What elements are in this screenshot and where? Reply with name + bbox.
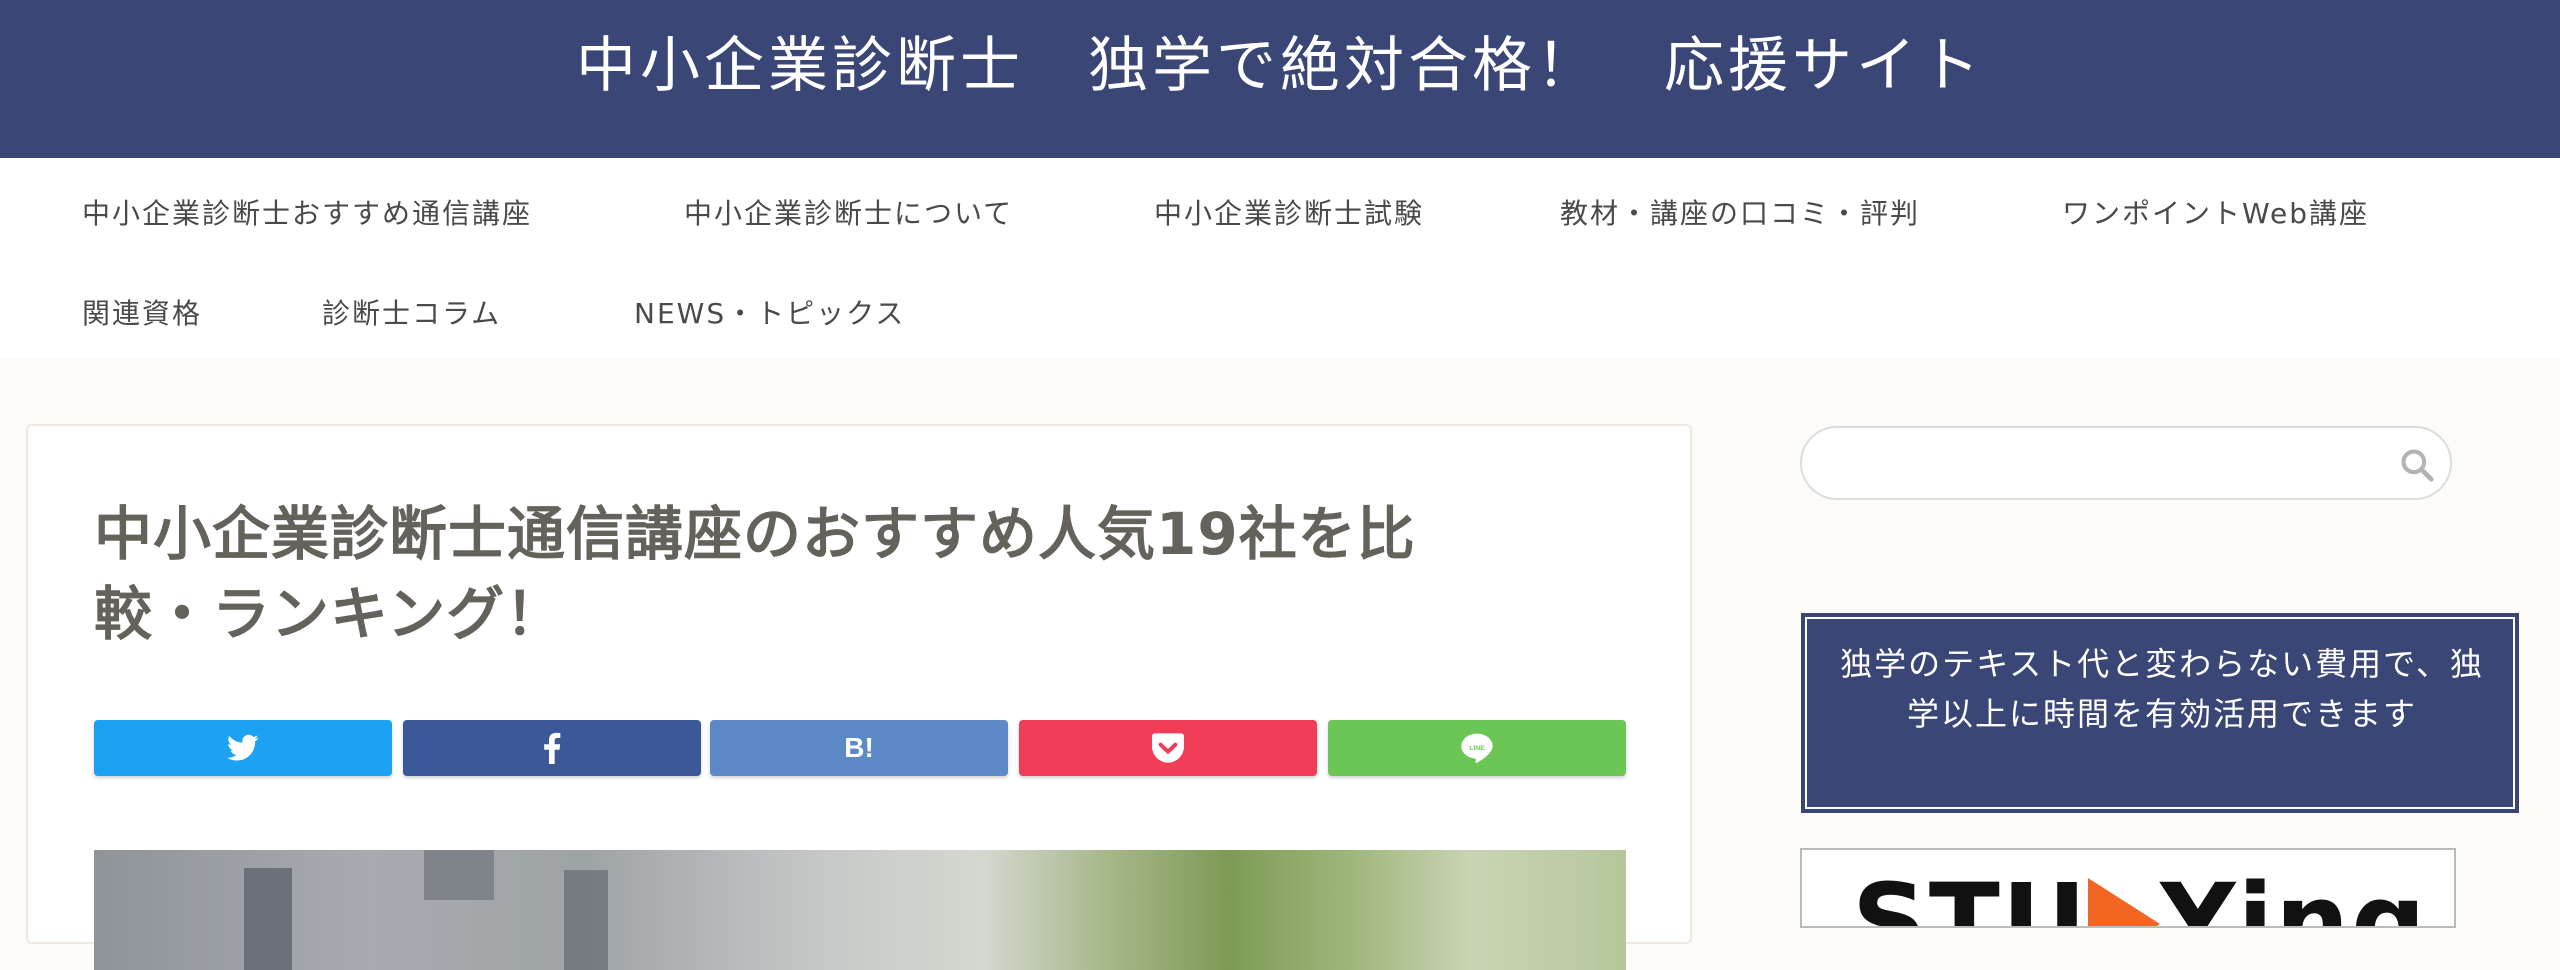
- article-title-line-1: 中小企業診断士通信講座のおすすめ人気19社を比: [94, 500, 1416, 568]
- nav-item-column[interactable]: 診断士コラム: [322, 292, 501, 332]
- article-title: 中小企業診断士通信講座のおすすめ人気19社を比 較・ランキング！: [94, 494, 1594, 654]
- twitter-icon: [227, 734, 259, 761]
- search-box[interactable]: [1800, 426, 2452, 500]
- play-icon: [2088, 878, 2161, 926]
- global-nav: 中小企業診断士おすすめ通信講座 中小企業診断士について 中小企業診断士試験 教材…: [0, 158, 2560, 358]
- site-header: 中小企業診断士 独学で絶対合格！ 応援サイト: [0, 0, 2560, 158]
- nav-item-related-qualifications[interactable]: 関連資格: [82, 292, 202, 332]
- hatena-bookmark-icon: B!: [844, 732, 874, 763]
- nav-item-exam[interactable]: 中小企業診断士試験: [1154, 192, 1424, 232]
- article-title-line-2: 較・ランキング！: [94, 580, 565, 648]
- share-facebook-button[interactable]: [403, 720, 701, 776]
- nav-item-recommended-courses[interactable]: 中小企業診断士おすすめ通信講座: [82, 192, 532, 232]
- studying-banner[interactable]: STU Ying: [1800, 848, 2456, 928]
- article-hero-image: [94, 850, 1626, 970]
- pocket-icon: [1152, 733, 1184, 763]
- logo-text-right: Ying: [2160, 861, 2428, 928]
- promo-text: 独学のテキスト代と変わらない費用で、独学以上に時間を有効活用できます: [1840, 645, 2484, 733]
- line-icon: LINE: [1461, 733, 1493, 763]
- nav-item-reviews[interactable]: 教材・講座の口コミ・評判: [1560, 192, 1920, 232]
- studying-logo: STU Ying: [1852, 870, 2428, 926]
- share-twitter-button[interactable]: [94, 720, 392, 776]
- search-input[interactable]: [1830, 442, 2390, 484]
- svg-text:LINE: LINE: [1469, 745, 1485, 752]
- hero-window-shape: [424, 850, 494, 900]
- logo-text-left: STU: [1852, 861, 2089, 928]
- facebook-icon: [544, 732, 561, 764]
- site-title[interactable]: 中小企業診断士 独学で絶対合格！ 応援サイト: [0, 0, 2560, 132]
- nav-item-about[interactable]: 中小企業診断士について: [684, 192, 1013, 232]
- promo-banner[interactable]: 独学のテキスト代と変わらない費用で、独学以上に時間を有効活用できます: [1801, 613, 2519, 813]
- search-icon[interactable]: [2398, 446, 2436, 484]
- nav-item-web-lecture[interactable]: ワンポイントWeb講座: [2062, 192, 2369, 232]
- hero-window-shape: [244, 868, 292, 970]
- hero-window-shape: [564, 870, 608, 970]
- share-pocket-button[interactable]: [1019, 720, 1317, 776]
- article-card: 中小企業診断士通信講座のおすすめ人気19社を比 較・ランキング！ B! LINE: [26, 424, 1692, 970]
- share-hatena-button[interactable]: B!: [710, 720, 1008, 776]
- nav-item-news[interactable]: NEWS・トピックス: [634, 292, 905, 332]
- share-line-button[interactable]: LINE: [1328, 720, 1626, 776]
